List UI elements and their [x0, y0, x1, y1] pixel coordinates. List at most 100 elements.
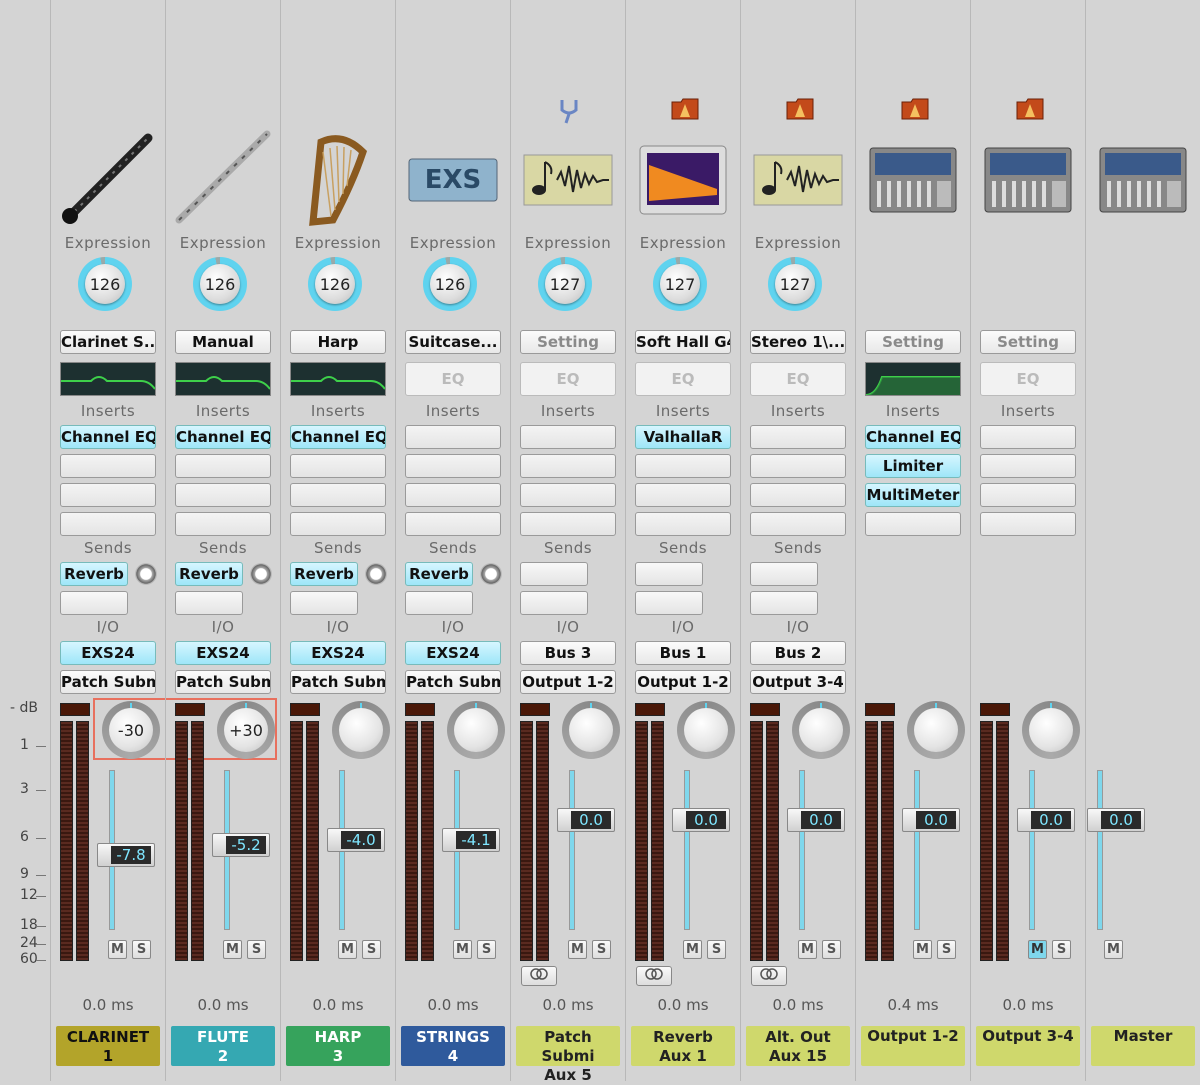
expression-knob[interactable]: 127: [768, 257, 822, 311]
insert-slot[interactable]: [635, 483, 731, 507]
volume-fader-handle[interactable]: -4.0: [327, 828, 385, 852]
channel-name-badge[interactable]: HARP 3: [286, 1026, 390, 1066]
mute-button[interactable]: M: [913, 940, 932, 959]
mute-button[interactable]: M: [338, 940, 357, 959]
solo-button[interactable]: S: [937, 940, 956, 959]
eq-thumbnail[interactable]: [175, 362, 271, 396]
eq-button[interactable]: EQ: [405, 362, 501, 396]
volume-fader-track[interactable]: [1097, 770, 1103, 930]
solo-button[interactable]: S: [707, 940, 726, 959]
pan-knob[interactable]: [907, 701, 965, 759]
send-slot[interactable]: Reverb: [60, 562, 128, 586]
channel-name-badge[interactable]: STRINGS 4: [401, 1026, 505, 1066]
pan-knob[interactable]: [1022, 701, 1080, 759]
input-slot[interactable]: Bus 3: [520, 641, 616, 665]
mute-button[interactable]: M: [223, 940, 242, 959]
channel-name-badge[interactable]: Master: [1091, 1026, 1195, 1066]
insert-slot[interactable]: [290, 512, 386, 536]
insert-slot[interactable]: [175, 454, 271, 478]
expression-knob[interactable]: 127: [653, 257, 707, 311]
console-icon[interactable]: [869, 147, 957, 217]
volume-fader-handle[interactable]: 0.0: [672, 808, 730, 832]
solo-button[interactable]: S: [362, 940, 381, 959]
volume-fader-track[interactable]: [799, 770, 805, 930]
insert-slot[interactable]: [980, 454, 1076, 478]
insert-slot[interactable]: [60, 512, 156, 536]
insert-slot[interactable]: Channel EQ: [865, 425, 961, 449]
insert-slot[interactable]: [520, 512, 616, 536]
send-slot[interactable]: [750, 562, 818, 586]
volume-fader-handle[interactable]: 0.0: [557, 808, 615, 832]
insert-slot[interactable]: Channel EQ: [175, 425, 271, 449]
console-icon[interactable]: [984, 147, 1072, 217]
harp-icon[interactable]: [303, 132, 373, 232]
stereo-link-button[interactable]: [521, 966, 557, 986]
output-slot[interactable]: Output 3-4: [750, 670, 846, 694]
expression-knob[interactable]: 127: [538, 257, 592, 311]
send-slot[interactable]: [635, 591, 703, 615]
insert-slot[interactable]: [750, 454, 846, 478]
send-slot[interactable]: Reverb: [405, 562, 473, 586]
mute-button[interactable]: M: [108, 940, 127, 959]
input-slot[interactable]: Bus 2: [750, 641, 846, 665]
channel-name-badge[interactable]: Alt. Out Aux 15: [746, 1026, 850, 1066]
eq-button[interactable]: EQ: [980, 362, 1076, 396]
peak-indicator[interactable]: [405, 703, 435, 716]
output-slot[interactable]: Output 1-2: [635, 670, 731, 694]
send-slot[interactable]: [750, 591, 818, 615]
pan-knob[interactable]: [332, 701, 390, 759]
audio-waveform-icon[interactable]: [523, 154, 613, 210]
send-slot[interactable]: [520, 562, 588, 586]
output-slot[interactable]: Patch Subm: [405, 670, 501, 694]
output-slot[interactable]: Output 1-2: [520, 670, 616, 694]
channel-name-badge[interactable]: CLARINET 1: [56, 1026, 160, 1066]
setting-button[interactable]: Setting: [980, 330, 1076, 354]
insert-slot[interactable]: [60, 483, 156, 507]
insert-slot[interactable]: [635, 512, 731, 536]
insert-slot[interactable]: ValhallaR: [635, 425, 731, 449]
eq-thumbnail[interactable]: [60, 362, 156, 396]
volume-fader-handle[interactable]: 0.0: [1017, 808, 1075, 832]
output-slot[interactable]: Patch Subm: [290, 670, 386, 694]
solo-button[interactable]: S: [1052, 940, 1071, 959]
expression-knob[interactable]: 126: [423, 257, 477, 311]
solo-button[interactable]: S: [592, 940, 611, 959]
solo-button[interactable]: S: [822, 940, 841, 959]
insert-slot[interactable]: [290, 454, 386, 478]
channel-name-badge[interactable]: FLUTE 2: [171, 1026, 275, 1066]
input-slot[interactable]: Bus 1: [635, 641, 731, 665]
setting-button[interactable]: Harp: [290, 330, 386, 354]
send-slot[interactable]: [405, 591, 473, 615]
send-level-knob[interactable]: [365, 563, 387, 585]
eq-thumbnail[interactable]: [865, 362, 961, 396]
setting-button[interactable]: Soft Hall G4: [635, 330, 731, 354]
peak-indicator[interactable]: [980, 703, 1010, 716]
exs-icon[interactable]: EXS: [408, 158, 498, 206]
expression-knob[interactable]: 126: [78, 257, 132, 311]
peak-indicator[interactable]: [290, 703, 320, 716]
send-level-knob[interactable]: [250, 563, 272, 585]
stereo-link-button[interactable]: [636, 966, 672, 986]
expression-knob[interactable]: 126: [193, 257, 247, 311]
channel-name-badge[interactable]: Patch Submi Aux 5: [516, 1026, 620, 1084]
insert-slot[interactable]: [750, 483, 846, 507]
audio-waveform-icon[interactable]: [753, 154, 843, 210]
send-slot[interactable]: [520, 591, 588, 615]
volume-fader-track[interactable]: [569, 770, 575, 930]
peak-indicator[interactable]: [865, 703, 895, 716]
setting-button[interactable]: Setting: [520, 330, 616, 354]
insert-slot[interactable]: [405, 512, 501, 536]
eq-button[interactable]: EQ: [520, 362, 616, 396]
solo-button[interactable]: S: [247, 940, 266, 959]
insert-slot[interactable]: [405, 483, 501, 507]
send-slot[interactable]: Reverb: [175, 562, 243, 586]
volume-fader-handle[interactable]: -4.1: [442, 828, 500, 852]
insert-slot[interactable]: [175, 483, 271, 507]
pan-knob[interactable]: -30: [102, 701, 160, 759]
insert-slot[interactable]: [980, 425, 1076, 449]
output-slot[interactable]: Patch Subm: [60, 670, 156, 694]
expression-knob[interactable]: 126: [308, 257, 362, 311]
peak-indicator[interactable]: [520, 703, 550, 716]
send-slot[interactable]: [635, 562, 703, 586]
setting-button[interactable]: Manual: [175, 330, 271, 354]
